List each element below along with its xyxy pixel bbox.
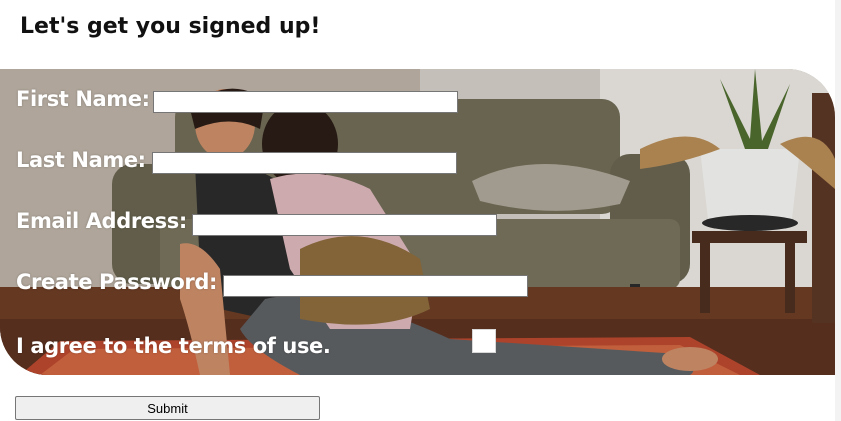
terms-checkbox[interactable] <box>472 329 496 353</box>
email-label: Email Address: <box>16 209 187 233</box>
first-name-input[interactable] <box>153 91 458 113</box>
password-input[interactable] <box>223 275 528 297</box>
email-input[interactable] <box>192 214 497 236</box>
last-name-input[interactable] <box>152 152 457 174</box>
terms-label: I agree to the terms of use. <box>16 334 331 358</box>
password-label: Create Password: <box>16 270 217 294</box>
last-name-label: Last Name: <box>16 148 146 172</box>
page-scroll-edge <box>835 0 841 421</box>
signup-page: Let's get you signed up! First Name: Las… <box>0 0 841 421</box>
first-name-label: First Name: <box>16 87 150 111</box>
submit-button[interactable]: Submit <box>15 396 320 420</box>
page-title: Let's get you signed up! <box>20 14 321 39</box>
